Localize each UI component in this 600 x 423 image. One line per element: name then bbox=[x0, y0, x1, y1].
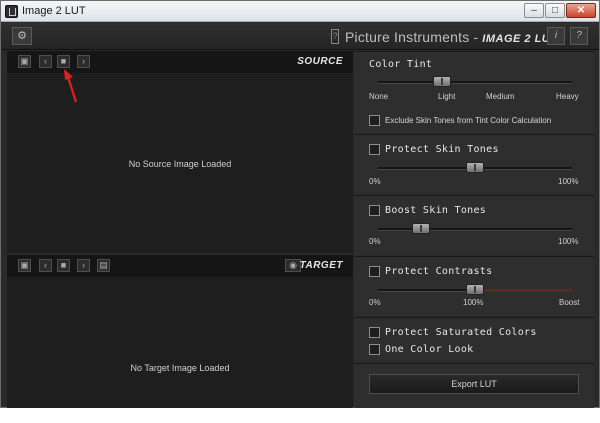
protect-skin-label: Protect Skin Tones bbox=[385, 144, 499, 155]
source-prev-button[interactable]: ‹ bbox=[39, 55, 52, 68]
boost-skin-section: Boost Skin Tones 0% 100% bbox=[354, 195, 594, 255]
protect-saturated-label: Protect Saturated Colors bbox=[385, 327, 537, 338]
chevron-right-icon: › bbox=[82, 260, 85, 270]
protect-skin-max: 100% bbox=[558, 177, 579, 186]
info-button[interactable]: i bbox=[547, 27, 565, 45]
source-toolbar: ▣ ‹ ■ › SOURCE bbox=[7, 51, 353, 73]
brand-separator: - bbox=[473, 29, 479, 45]
arrow-head bbox=[64, 69, 73, 80]
chevron-right-icon: › bbox=[82, 56, 85, 66]
target-open-button[interactable]: ■ bbox=[57, 259, 70, 272]
protect-contrasts-section: Protect Contrasts 0% 100% Boost bbox=[354, 256, 594, 316]
protect-skin-checkbox[interactable] bbox=[369, 144, 380, 155]
protect-skin-slider-thumb[interactable] bbox=[466, 162, 484, 173]
target-save-button[interactable]: ▣ bbox=[18, 259, 31, 272]
app-header: ⚙ ? Picture Instruments - IMAGE 2 LUT i ? bbox=[1, 23, 599, 50]
color-tint-tick-none: None bbox=[369, 92, 389, 101]
disk-icon: ▤ bbox=[99, 260, 108, 270]
target-preview-button[interactable]: ◉ bbox=[285, 259, 301, 272]
protect-contrasts-label: Protect Contrasts bbox=[385, 266, 493, 277]
exclude-skin-label: Exclude Skin Tones from Tint Color Calcu… bbox=[385, 116, 552, 125]
source-empty-message: No Source Image Loaded bbox=[128, 159, 232, 169]
protect-skin-section: Protect Skin Tones 0% 100% bbox=[354, 134, 594, 194]
target-panel[interactable]: ▣ ‹ ■ › ▤ ◉ TARGET No Target Image Loade… bbox=[7, 255, 353, 408]
protect-contrasts-max: Boost bbox=[559, 298, 580, 307]
protect-contrasts-slider[interactable] bbox=[378, 284, 572, 295]
source-title: SOURCE bbox=[297, 56, 343, 67]
maximize-button[interactable]: □ bbox=[545, 3, 565, 18]
color-tint-tick-light: Light bbox=[438, 92, 456, 101]
chevron-left-icon: ‹ bbox=[44, 56, 47, 66]
folder-icon: ■ bbox=[60, 56, 67, 66]
gear-icon: ⚙ bbox=[17, 30, 27, 42]
help-button[interactable]: ? bbox=[570, 27, 588, 45]
protect-skin-min: 0% bbox=[369, 177, 381, 186]
target-title: TARGET bbox=[299, 260, 343, 271]
protect-contrasts-checkbox[interactable] bbox=[369, 266, 380, 277]
settings-button[interactable]: ⚙ bbox=[12, 27, 32, 45]
app-window: Image 2 LUT – □ ✕ ⚙ ? Picture Instrument… bbox=[0, 0, 600, 408]
close-button[interactable]: ✕ bbox=[566, 3, 596, 18]
color-tint-slider[interactable] bbox=[378, 76, 572, 87]
export-section: Export LUT bbox=[354, 363, 594, 408]
protect-contrasts-min: 0% bbox=[369, 298, 381, 307]
color-tint-tick-medium: Medium bbox=[486, 92, 515, 101]
boost-skin-checkbox[interactable] bbox=[369, 205, 380, 216]
folder-icon: ■ bbox=[60, 260, 67, 270]
boost-skin-slider[interactable] bbox=[378, 223, 572, 234]
source-next-button[interactable]: › bbox=[77, 55, 90, 68]
title-bar[interactable]: Image 2 LUT – □ ✕ bbox=[1, 1, 599, 22]
protect-contrasts-mid: 100% bbox=[463, 298, 484, 307]
save-icon: ▣ bbox=[20, 260, 29, 270]
target-export-image-button[interactable]: ▤ bbox=[97, 259, 110, 272]
target-toolbar: ▣ ‹ ■ › ▤ ◉ TARGET bbox=[7, 255, 353, 277]
save-icon: ▣ bbox=[20, 56, 29, 66]
exclude-skin-checkbox[interactable] bbox=[369, 115, 380, 126]
brand-text: Picture Instruments - IMAGE 2 LUT bbox=[345, 29, 557, 45]
source-panel[interactable]: ▣ ‹ ■ › SOURCE No Source Image Loaded bbox=[7, 51, 353, 253]
window-controls: – □ ✕ bbox=[523, 3, 596, 18]
brand-name: Picture Instruments bbox=[345, 29, 470, 45]
boost-skin-label: Boost Skin Tones bbox=[385, 205, 487, 216]
protect-skin-slider[interactable] bbox=[378, 162, 572, 173]
color-tint-section: Color Tint None Light Medium Heavy Exclu… bbox=[354, 51, 594, 133]
eye-icon: ◉ bbox=[289, 260, 297, 270]
boost-skin-slider-thumb[interactable] bbox=[411, 223, 430, 234]
protect-saturated-checkbox[interactable] bbox=[369, 327, 380, 338]
boost-skin-min: 0% bbox=[369, 237, 381, 246]
color-tint-tick-heavy: Heavy bbox=[556, 92, 579, 101]
protect-contrasts-boost-fill bbox=[475, 289, 572, 292]
one-color-look-label: One Color Look bbox=[385, 344, 474, 355]
brand-logo-icon: ? bbox=[331, 29, 339, 44]
target-prev-button[interactable]: ‹ bbox=[39, 259, 52, 272]
target-empty-message: No Target Image Loaded bbox=[130, 363, 230, 373]
annotation-arrow-icon bbox=[64, 69, 78, 103]
target-next-button[interactable]: › bbox=[77, 259, 90, 272]
app-icon bbox=[5, 5, 18, 18]
boost-skin-max: 100% bbox=[558, 237, 579, 246]
saturation-options-section: Protect Saturated Colors One Color Look bbox=[354, 317, 594, 362]
one-color-look-checkbox[interactable] bbox=[369, 344, 380, 355]
chevron-left-icon: ‹ bbox=[44, 260, 47, 270]
minimize-button[interactable]: – bbox=[524, 3, 544, 18]
color-tint-label: Color Tint bbox=[369, 59, 433, 70]
color-tint-slider-thumb[interactable] bbox=[433, 76, 452, 87]
export-lut-button[interactable]: Export LUT bbox=[369, 374, 579, 394]
protect-contrasts-slider-thumb[interactable] bbox=[466, 284, 484, 295]
window-title: Image 2 LUT bbox=[22, 5, 86, 17]
source-open-button[interactable]: ■ bbox=[57, 55, 70, 68]
source-save-button[interactable]: ▣ bbox=[18, 55, 31, 68]
